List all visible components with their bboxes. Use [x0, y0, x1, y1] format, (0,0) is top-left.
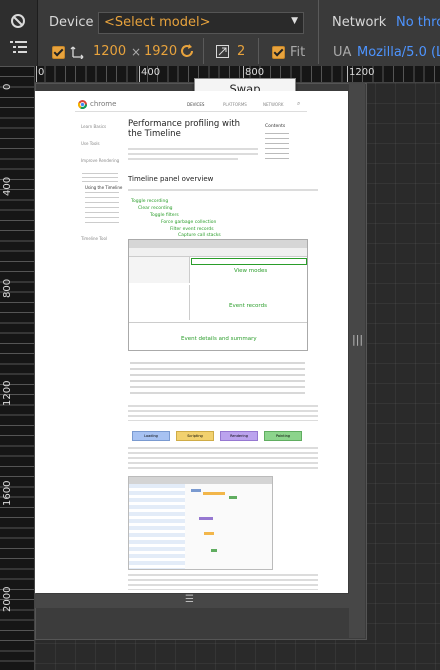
- network-label: Network: [332, 15, 387, 30]
- legend-scripting: Scripting: [176, 431, 214, 441]
- overview-bullet-list: [130, 362, 305, 398]
- height-resize-handle[interactable]: ☰: [35, 594, 349, 608]
- ruler-label: 0: [2, 83, 13, 90]
- paragraph: [128, 405, 318, 421]
- ruler-label: 2000: [2, 586, 13, 612]
- legend-rendering: Rendering: [220, 431, 258, 441]
- search-icon[interactable]: ⌕: [297, 100, 300, 108]
- left-nav-improve-rendering[interactable]: Improve Rendering: [81, 158, 121, 163]
- width-input[interactable]: 1200: [93, 44, 126, 59]
- toolbar-left-strip: [0, 0, 38, 66]
- annotation-filter-events: Filter event records: [170, 227, 214, 232]
- nav-item-network[interactable]: NETWORK: [263, 102, 283, 107]
- left-nav-timeline-tool[interactable]: Timeline Tool: [81, 236, 107, 241]
- device-model-value: <Select model>: [104, 15, 211, 30]
- resize-grip-icon: ☰: [185, 594, 194, 605]
- ruler-label: 0: [38, 67, 45, 78]
- width-resize-handle[interactable]: |||: [349, 83, 365, 638]
- swap-dimensions-icon[interactable]: [179, 43, 195, 59]
- toolbar-divider: [258, 38, 259, 64]
- paragraph: [128, 574, 318, 590]
- contents-heading: Contents: [265, 124, 286, 129]
- toolbar-divider: [318, 38, 319, 64]
- resize-grip-icon: |||: [352, 333, 364, 346]
- annotation-capture-stacks: Capture call stacks: [178, 233, 221, 238]
- emulated-page: chrome DEVICES PLATFORMS NETWORK ⌕ Learn…: [35, 91, 348, 593]
- legend-painting: Painting: [264, 431, 302, 441]
- chrome-logo-icon: [78, 100, 87, 109]
- resolution-checkbox[interactable]: [52, 46, 65, 59]
- timeline-diagram-annotations: Toggle recording Clear recording Toggle …: [128, 199, 306, 239]
- height-input[interactable]: 1920: [144, 44, 177, 59]
- annotation-toggle-recording: Toggle recording: [131, 199, 169, 204]
- ruler-label: 800: [2, 278, 13, 298]
- annotation-clear-recording: Clear recording: [138, 206, 173, 211]
- resize-arrows-icon: [70, 46, 84, 59]
- header-divider: [75, 111, 307, 112]
- timeline-screenshot: View modes Event records Event details a…: [128, 239, 308, 351]
- network-throttle-select[interactable]: No thro: [396, 15, 440, 30]
- drawer-toggle-icon[interactable]: [10, 40, 28, 54]
- device-label: Device: [49, 15, 94, 30]
- ruler-label: 1200: [349, 67, 375, 78]
- ruler-label: 800: [245, 67, 265, 78]
- ruler-label: 1600: [2, 480, 13, 506]
- left-nav-learn-basics[interactable]: Learn Basics: [81, 124, 106, 129]
- timeline-records-screenshot: [128, 476, 273, 570]
- section-title: Timeline panel overview: [128, 175, 214, 183]
- no-entry-icon[interactable]: [10, 13, 26, 29]
- left-nav-use-tools[interactable]: Use Tools: [81, 141, 100, 146]
- chevron-down-icon: ▼: [291, 16, 298, 26]
- annotation-force-gc: Force garbage collection: [161, 220, 217, 225]
- left-nav-sub-items: [82, 173, 118, 185]
- label-view-modes: View modes: [234, 268, 268, 274]
- nav-item-platforms[interactable]: PLATFORMS: [223, 102, 247, 107]
- nav-item-devices[interactable]: DEVICES: [187, 102, 204, 107]
- ruler-label: 400: [2, 176, 13, 196]
- toolbar-divider: [203, 38, 204, 64]
- device-pixel-ratio-input[interactable]: 2: [237, 44, 245, 59]
- contents-links[interactable]: [265, 133, 289, 163]
- toolbar-divider: [318, 0, 319, 38]
- ruler-label: 1200: [2, 380, 13, 406]
- left-nav-using-timeline[interactable]: Using the Timeline: [85, 185, 122, 190]
- fit-checkbox[interactable]: [272, 46, 285, 59]
- device-model-select[interactable]: <Select model> ▼: [98, 12, 304, 34]
- user-agent-input[interactable]: Mozilla/5.0 (Lin: [357, 45, 440, 60]
- fit-label: Fit: [290, 45, 306, 60]
- vertical-ruler: 0 400 800 1200 1600 2000: [0, 66, 35, 670]
- paragraph: [128, 447, 318, 471]
- legend-loading: Loading: [132, 431, 170, 441]
- ruler-label: 400: [141, 67, 161, 78]
- dimension-separator: ×: [131, 45, 142, 59]
- annotation-toggle-filters: Toggle filters: [150, 213, 179, 218]
- user-agent-label: UA: [333, 45, 352, 60]
- label-event-records: Event records: [229, 303, 267, 309]
- device-pixel-ratio-icon: [216, 45, 229, 58]
- left-nav-sub-items: [85, 192, 119, 224]
- label-event-details: Event details and summary: [181, 336, 257, 342]
- brand-name: chrome: [90, 100, 117, 108]
- page-title: Performance profiling with the Timeline: [128, 119, 241, 139]
